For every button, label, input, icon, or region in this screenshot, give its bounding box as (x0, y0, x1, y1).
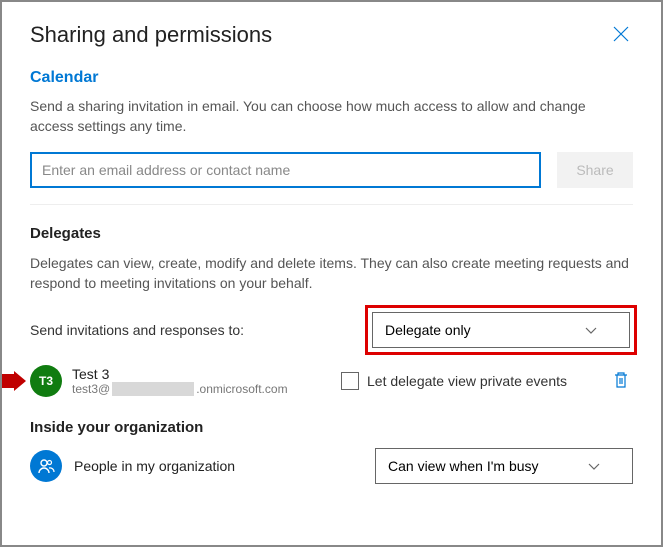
sharing-permissions-panel: Sharing and permissions Calendar Send a … (0, 0, 663, 547)
dropdown-value: Can view when I'm busy (388, 458, 539, 474)
people-icon (37, 457, 55, 475)
org-avatar (30, 450, 62, 482)
calendar-subheading: Calendar (30, 69, 633, 87)
delegate-name: Test 3 (72, 366, 331, 382)
org-row: People in my organization Can view when … (30, 448, 633, 484)
delegates-description: Delegates can view, create, modify and d… (30, 254, 633, 293)
redacted-segment (112, 382, 194, 396)
pointer-arrow-icon (2, 371, 26, 391)
share-button[interactable]: Share (557, 152, 633, 188)
panel-header: Sharing and permissions (30, 22, 633, 51)
delegate-info: Test 3 test3@.onmicrosoft.com (72, 366, 331, 396)
send-invitations-label: Send invitations and responses to: (30, 322, 353, 338)
chevron-down-icon (585, 324, 597, 336)
delete-delegate-button[interactable] (609, 367, 633, 396)
delegate-email: test3@.onmicrosoft.com (72, 382, 331, 396)
org-permission-dropdown[interactable]: Can view when I'm busy (375, 448, 633, 484)
send-invitations-dropdown[interactable]: Delegate only (372, 312, 630, 348)
panel-title: Sharing and permissions (30, 22, 272, 48)
dropdown-value: Delegate only (385, 322, 471, 338)
delegate-entry: T3 Test 3 test3@.onmicrosoft.com Let del… (30, 365, 633, 397)
delegates-heading: Delegates (30, 225, 633, 242)
calendar-description: Send a sharing invitation in email. You … (30, 97, 633, 136)
delegate-avatar: T3 (30, 365, 62, 397)
private-events-checkbox[interactable] (341, 372, 359, 390)
contact-input[interactable] (30, 152, 541, 188)
org-heading: Inside your organization (30, 419, 633, 436)
close-icon (613, 26, 629, 42)
divider (30, 204, 633, 205)
org-label: People in my organization (74, 458, 363, 474)
chevron-down-icon (588, 460, 600, 472)
avatar-initials: T3 (39, 374, 53, 388)
trash-icon (613, 371, 629, 389)
share-input-row: Share (30, 152, 633, 188)
close-button[interactable] (609, 22, 633, 51)
private-events-label: Let delegate view private events (367, 373, 567, 389)
send-invitations-row: Send invitations and responses to: Deleg… (30, 309, 633, 351)
private-events-option[interactable]: Let delegate view private events (341, 372, 599, 390)
callout-highlight: Delegate only (365, 305, 637, 355)
